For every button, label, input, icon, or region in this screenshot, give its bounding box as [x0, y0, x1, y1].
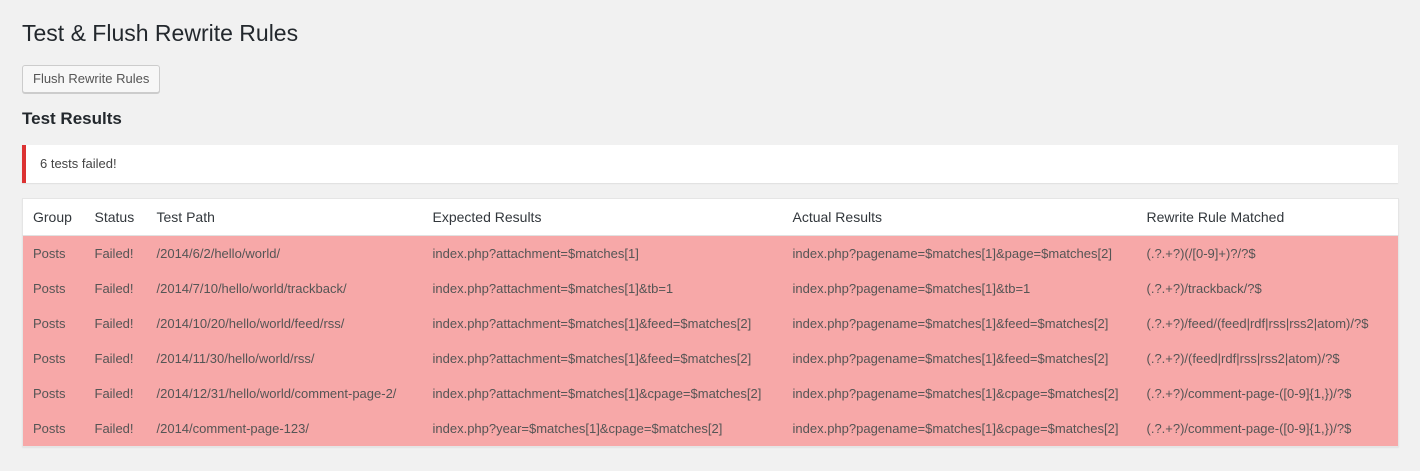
column-header-actual-results: Actual Results	[782, 198, 1137, 236]
cell-expected-results: index.php?attachment=$matches[1]	[422, 235, 783, 271]
cell-test-path: /2014/comment-page-123/	[146, 411, 423, 447]
cell-actual-results: index.php?pagename=$matches[1]&cpage=$ma…	[782, 376, 1137, 411]
cell-actual-results: index.php?pagename=$matches[1]&cpage=$ma…	[782, 411, 1137, 447]
cell-test-path: /2014/12/31/hello/world/comment-page-2/	[146, 376, 423, 411]
cell-expected-results: index.php?attachment=$matches[1]&feed=$m…	[422, 306, 783, 341]
test-results-heading: Test Results	[22, 109, 122, 128]
table-header-row: Group Status Test Path Expected Results …	[22, 198, 1399, 236]
table-row: Posts Failed! /2014/11/30/hello/world/rs…	[22, 341, 1399, 376]
cell-actual-results: index.php?pagename=$matches[1]&page=$mat…	[782, 235, 1137, 271]
cell-rewrite-rule: (.?.+?)/trackback/?$	[1136, 271, 1399, 306]
cell-status: Failed!	[84, 271, 147, 306]
cell-rewrite-rule: (.?.+?)/comment-page-([0-9]{1,})/?$	[1136, 376, 1399, 411]
column-header-rewrite-rule-matched: Rewrite Rule Matched	[1136, 198, 1399, 236]
page-title: Test & Flush Rewrite Rules	[22, 20, 299, 46]
cell-group: Posts	[22, 411, 85, 447]
cell-expected-results: index.php?year=$matches[1]&cpage=$matche…	[422, 411, 783, 447]
cell-expected-results: index.php?attachment=$matches[1]&cpage=$…	[422, 376, 783, 411]
cell-group: Posts	[22, 235, 85, 271]
cell-rewrite-rule: (.?.+?)/comment-page-([0-9]{1,})/?$	[1136, 411, 1399, 447]
cell-status: Failed!	[84, 341, 147, 376]
cell-expected-results: index.php?attachment=$matches[1]&feed=$m…	[422, 341, 783, 376]
error-notice-message: 6 tests failed!	[40, 156, 117, 171]
cell-status: Failed!	[84, 235, 147, 271]
column-header-expected-results: Expected Results	[422, 198, 783, 236]
cell-status: Failed!	[84, 306, 147, 341]
column-header-test-path: Test Path	[146, 198, 423, 236]
flush-rewrite-rules-button[interactable]: Flush Rewrite Rules	[22, 65, 161, 93]
column-header-status: Status	[84, 198, 147, 236]
cell-rewrite-rule: (.?.+?)/feed/(feed|rdf|rss|rss2|atom)/?$	[1136, 306, 1399, 341]
cell-actual-results: index.php?pagename=$matches[1]&feed=$mat…	[782, 306, 1137, 341]
table-row: Posts Failed! /2014/6/2/hello/world/ ind…	[22, 235, 1399, 271]
cell-actual-results: index.php?pagename=$matches[1]&tb=1	[782, 271, 1137, 306]
table-row: Posts Failed! /2014/7/10/hello/world/tra…	[22, 271, 1399, 306]
cell-rewrite-rule: (.?.+?)/(feed|rdf|rss|rss2|atom)/?$	[1136, 341, 1399, 376]
table-row: Posts Failed! /2014/12/31/hello/world/co…	[22, 376, 1399, 411]
cell-test-path: /2014/6/2/hello/world/	[146, 235, 423, 271]
cell-test-path: /2014/7/10/hello/world/trackback/	[146, 271, 423, 306]
column-header-group: Group	[22, 198, 85, 236]
cell-status: Failed!	[84, 376, 147, 411]
cell-rewrite-rule: (.?.+?)(/[0-9]+)?/?$	[1136, 235, 1399, 271]
cell-group: Posts	[22, 341, 85, 376]
cell-expected-results: index.php?attachment=$matches[1]&tb=1	[422, 271, 783, 306]
cell-status: Failed!	[84, 411, 147, 447]
error-notice: 6 tests failed!	[22, 145, 1398, 183]
test-results-table: Group Status Test Path Expected Results …	[22, 198, 1399, 447]
cell-group: Posts	[22, 376, 85, 411]
cell-test-path: /2014/10/20/hello/world/feed/rss/	[146, 306, 423, 341]
cell-test-path: /2014/11/30/hello/world/rss/	[146, 341, 423, 376]
cell-group: Posts	[22, 271, 85, 306]
table-row: Posts Failed! /2014/comment-page-123/ in…	[22, 411, 1399, 447]
table-row: Posts Failed! /2014/10/20/hello/world/fe…	[22, 306, 1399, 341]
cell-group: Posts	[22, 306, 85, 341]
cell-actual-results: index.php?pagename=$matches[1]&feed=$mat…	[782, 341, 1137, 376]
